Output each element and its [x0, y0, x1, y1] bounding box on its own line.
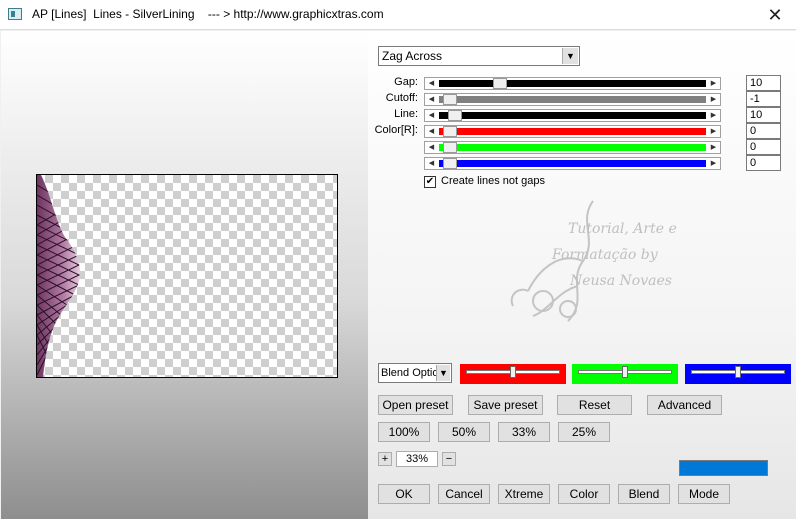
preview-pane [1, 31, 368, 519]
arrow-right-icon[interactable]: ▶ [707, 142, 720, 153]
save-preset-button[interactable]: Save preset [468, 395, 543, 415]
watermark-line-2: Formatação by [552, 247, 658, 263]
zoom-33-button[interactable]: 33% [498, 422, 550, 442]
watermark: Tutorial, Arte e Formatação by Neusa Nov… [510, 200, 778, 341]
blue-channel-thumb[interactable] [735, 366, 741, 378]
cutoff-track [439, 94, 706, 105]
flourish-icon [510, 200, 594, 322]
app-icon [8, 8, 22, 20]
green-channel-thumb[interactable] [622, 366, 628, 378]
arrow-right-icon[interactable]: ▶ [707, 78, 720, 89]
color-r-slider[interactable]: ◀ ▶ [424, 125, 721, 138]
advanced-button[interactable]: Advanced [647, 395, 722, 415]
gap-slider[interactable]: ◀ ▶ [424, 77, 721, 90]
cutoff-label: Cutoff: [385, 92, 418, 104]
arrow-right-icon[interactable]: ▶ [707, 158, 720, 169]
green-channel-slider[interactable] [572, 364, 678, 384]
blend-button[interactable]: Blend [618, 484, 670, 504]
close-button[interactable]: ✕ [760, 2, 790, 28]
color-g-track [439, 142, 706, 153]
chevron-down-icon[interactable]: ▼ [562, 48, 578, 64]
color-r-thumb[interactable] [442, 126, 457, 137]
arrow-right-icon[interactable]: ▶ [707, 126, 720, 137]
line-track [439, 110, 706, 121]
gap-value-field[interactable]: 10 [746, 75, 781, 91]
arrow-right-icon[interactable]: ▶ [707, 110, 720, 121]
title-bar: AP [Lines] Lines - SilverLining --- > ht… [0, 0, 796, 30]
mode-button[interactable]: Mode [678, 484, 730, 504]
watermark-line-1: Tutorial, Arte e [568, 221, 677, 237]
cutoff-value-field[interactable]: -1 [746, 91, 781, 107]
create-lines-checkbox[interactable]: ✔ [424, 176, 436, 188]
zoom-level-field[interactable]: 33% [396, 451, 438, 467]
color-g-slider[interactable]: ◀ ▶ [424, 141, 721, 154]
window-title: AP [Lines] Lines - SilverLining --- > ht… [32, 7, 384, 21]
chevron-down-icon[interactable]: ▼ [436, 365, 450, 381]
color-r-value-field[interactable]: 0 [746, 123, 781, 139]
watermark-line-3: Neusa Novaes [570, 273, 672, 289]
color-b-slider[interactable]: ◀ ▶ [424, 157, 721, 170]
red-channel-slider[interactable] [460, 364, 566, 384]
blend-options-dropdown[interactable]: Blend Options ▼ [378, 363, 452, 383]
create-lines-label: Create lines not gaps [441, 175, 545, 187]
xtreme-button[interactable]: Xtreme [498, 484, 550, 504]
reset-button[interactable]: Reset [557, 395, 632, 415]
arrow-left-icon[interactable]: ◀ [425, 126, 438, 137]
arrow-right-icon[interactable]: ▶ [707, 94, 720, 105]
color-r-track [439, 126, 706, 137]
red-channel-thumb[interactable] [510, 366, 516, 378]
open-preset-button[interactable]: Open preset [378, 395, 453, 415]
line-slider[interactable]: ◀ ▶ [424, 109, 721, 122]
color-g-value-field[interactable]: 0 [746, 139, 781, 155]
preview-shape [37, 175, 81, 377]
cancel-button[interactable]: Cancel [438, 484, 490, 504]
blue-channel-slider[interactable] [685, 364, 791, 384]
color-b-thumb[interactable] [442, 158, 457, 169]
color-g-thumb[interactable] [442, 142, 457, 153]
color-indicator [679, 460, 768, 476]
controls-pane: Zag Across ▼ Gap: ◀ ▶ 10 Cutoff: ◀ ▶ -1 Line: ◀ ▶ 1… [368, 31, 796, 519]
mode-dropdown[interactable]: Zag Across ▼ [378, 46, 580, 66]
arrow-left-icon[interactable]: ◀ [425, 94, 438, 105]
preview-canvas [36, 174, 338, 378]
zoom-100-button[interactable]: 100% [378, 422, 430, 442]
color-button[interactable]: Color [558, 484, 610, 504]
gap-thumb[interactable] [493, 78, 508, 89]
arrow-left-icon[interactable]: ◀ [425, 110, 438, 121]
zoom-out-button[interactable]: − [442, 452, 456, 466]
line-thumb[interactable] [448, 110, 463, 121]
gap-track [439, 78, 706, 89]
arrow-left-icon[interactable]: ◀ [425, 142, 438, 153]
color-b-value-field[interactable]: 0 [746, 155, 781, 171]
color-b-track [439, 158, 706, 169]
mode-dropdown-value: Zag Across [382, 49, 443, 63]
color-r-label: Color[R]: [374, 124, 418, 136]
line-value-field[interactable]: 10 [746, 107, 781, 123]
cutoff-thumb[interactable] [442, 94, 457, 105]
zoom-50-button[interactable]: 50% [438, 422, 490, 442]
gap-label: Gap: [394, 76, 418, 88]
blend-options-value: Blend Options [381, 367, 437, 379]
cutoff-slider[interactable]: ◀ ▶ [424, 93, 721, 106]
arrow-left-icon[interactable]: ◀ [425, 158, 438, 169]
arrow-left-icon[interactable]: ◀ [425, 78, 438, 89]
line-label: Line: [394, 108, 418, 120]
ok-button[interactable]: OK [378, 484, 430, 504]
zoom-in-button[interactable]: + [378, 452, 392, 466]
zoom-25-button[interactable]: 25% [558, 422, 610, 442]
